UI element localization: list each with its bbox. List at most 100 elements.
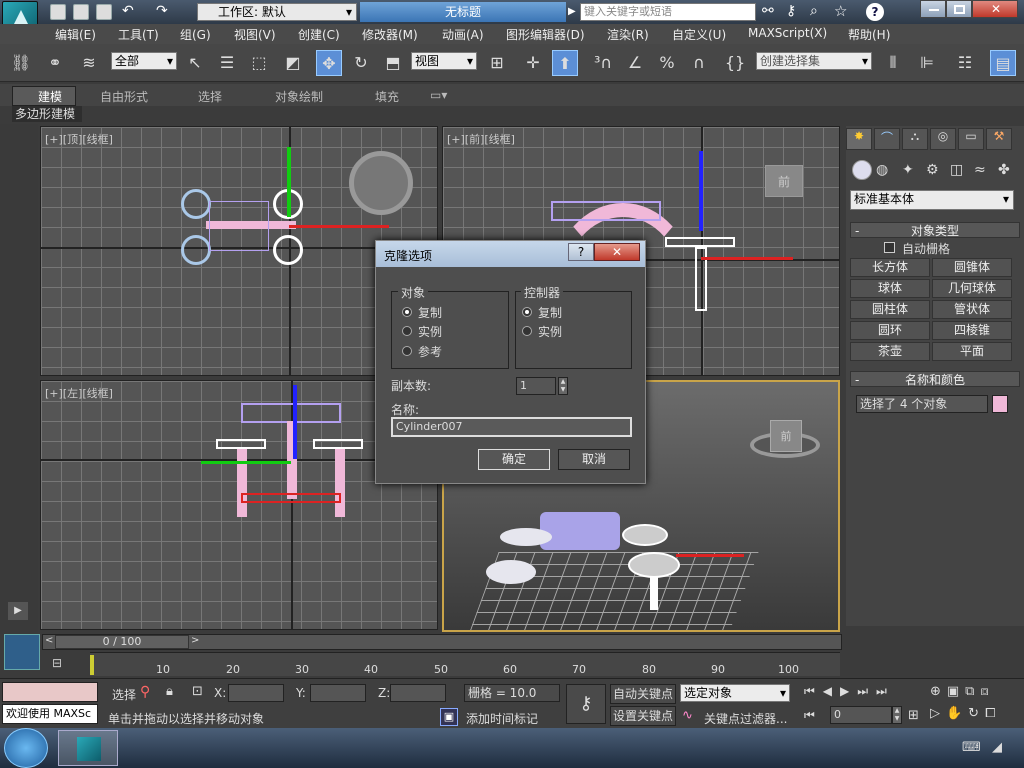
create-cone-button[interactable]: 圆锥体 — [932, 258, 1012, 277]
geometry-icon[interactable] — [852, 160, 872, 180]
keyboard-shortcut-override-icon[interactable]: ⬆ — [552, 50, 578, 76]
menu-views[interactable]: 视图(V) — [234, 26, 276, 43]
time-slider-prev-icon[interactable]: < — [45, 635, 53, 646]
menu-create[interactable]: 创建(C) — [298, 26, 340, 43]
help-icon[interactable]: ? — [866, 3, 884, 21]
playback-controls[interactable]: ⏮◀▶⏭⏭ — [804, 684, 895, 699]
menu-animation[interactable]: 动画(A) — [442, 26, 484, 43]
time-config-icon[interactable]: ⊞ — [908, 708, 919, 723]
controller-copy-radio[interactable] — [522, 307, 532, 317]
select-and-move-icon[interactable]: ✥ — [316, 50, 342, 76]
create-pyramid-button[interactable]: 四棱锥 — [932, 321, 1012, 340]
motion-tab-icon[interactable]: ◎ — [930, 128, 956, 150]
z-coordinate-field[interactable] — [390, 684, 446, 702]
viewcube-front[interactable]: 前 — [765, 165, 803, 197]
network-tray-icon[interactable]: ◢ — [992, 740, 1002, 755]
clone-name-input[interactable]: Cylinder007 — [391, 417, 632, 437]
time-slider[interactable]: < 0 / 100 > — [42, 634, 842, 650]
autogrid-checkbox[interactable] — [884, 242, 895, 253]
menu-help[interactable]: 帮助(H) — [848, 26, 890, 43]
selection-filter-select[interactable]: 全部 ▾ — [111, 52, 177, 70]
menu-rendering[interactable]: 渲染(R) — [607, 26, 649, 43]
named-selection-select[interactable]: 创建选择集 ▾ — [756, 52, 872, 70]
close-button[interactable]: ✕ — [972, 0, 1018, 18]
object-name-field[interactable]: 选择了 4 个对象 — [856, 395, 988, 413]
maxscript-listener-top[interactable] — [2, 682, 98, 702]
selection-lock-icon[interactable]: 🔒︎ — [166, 684, 173, 699]
viewcube-perspective[interactable]: 前 — [770, 420, 802, 452]
utilities-tab-icon[interactable]: ⚒ — [986, 128, 1012, 150]
save-file-icon[interactable] — [96, 4, 112, 20]
select-by-name-icon[interactable]: ☰ — [214, 50, 240, 76]
create-teapot-button[interactable]: 茶壶 — [850, 342, 930, 361]
edit-named-selection-icon[interactable]: {} — [722, 50, 748, 76]
new-file-icon[interactable] — [50, 4, 66, 20]
y-coordinate-field[interactable] — [310, 684, 366, 702]
create-cylinder-button[interactable]: 圆柱体 — [850, 300, 930, 319]
maxscript-listener-input[interactable]: 欢迎使用 MAXSc — [2, 704, 98, 724]
object-type-header[interactable]: - 对象类型 — [850, 222, 1020, 238]
add-time-tag-button[interactable]: 添加时间标记 — [466, 710, 538, 727]
open-file-icon[interactable] — [73, 4, 89, 20]
mirror-icon[interactable]: ⫴ — [880, 50, 906, 76]
create-geosphere-button[interactable]: 几何球体 — [932, 279, 1012, 298]
angle-snap-icon[interactable]: ∠ — [622, 50, 648, 76]
ok-button[interactable]: 确定 — [478, 449, 550, 470]
trackbar-toggle-icon[interactable]: ⊟ — [52, 656, 72, 672]
viewport-left-label[interactable]: [+][左][线框] — [45, 385, 113, 401]
ribbon-tab-modeling[interactable]: 建模 — [38, 88, 62, 105]
viewcube-top[interactable] — [349, 151, 413, 215]
star-icon[interactable]: ☆ — [834, 2, 847, 20]
menu-group[interactable]: 组(G) — [180, 26, 211, 43]
layer-manager-icon[interactable]: ☷ — [952, 50, 978, 76]
expand-arrow-icon[interactable]: ▶ — [8, 602, 28, 620]
graphite-toolbar-icon[interactable]: ▤ — [990, 50, 1016, 76]
time-slider-thumb[interactable]: 0 / 100 — [55, 635, 189, 649]
select-manipulate-icon[interactable]: ✛ — [520, 50, 546, 76]
create-torus-button[interactable]: 圆环 — [850, 321, 930, 340]
viewport-front-label[interactable]: [+][前][线框] — [447, 131, 515, 147]
ribbon-subtab-polygon-modeling[interactable]: 多边形建模 — [12, 106, 82, 122]
ribbon-tab-selection[interactable]: 选择 — [198, 88, 222, 105]
absolute-mode-icon[interactable]: ⊡ — [192, 684, 203, 699]
hierarchy-tab-icon[interactable]: ⛬ — [902, 128, 928, 150]
cancel-button[interactable]: 取消 — [558, 449, 630, 470]
align-icon[interactable]: ⊫ — [914, 50, 940, 76]
pivot-center-icon[interactable]: ⊞ — [484, 50, 510, 76]
search-icon[interactable]: ⌕ — [810, 3, 818, 19]
current-frame-field[interactable]: 0 — [830, 706, 892, 724]
select-and-rotate-icon[interactable]: ↻ — [348, 50, 374, 76]
object-copy-radio[interactable] — [402, 307, 412, 317]
name-color-header[interactable]: - 名称和颜色 — [850, 371, 1020, 387]
copies-spinner-arrows-icon[interactable]: ▲ ▼ — [558, 377, 568, 395]
auto-key-button[interactable]: 自动关键点 — [610, 684, 676, 704]
object-instance-radio[interactable] — [402, 326, 412, 336]
reference-coordinate-select[interactable]: 视图 ▾ — [411, 52, 477, 70]
create-plane-button[interactable]: 平面 — [932, 342, 1012, 361]
dialog-close-button[interactable]: ✕ — [594, 243, 640, 261]
maximize-button[interactable] — [946, 0, 972, 18]
track-bar[interactable]: 10 20 30 40 50 60 70 80 90 100 — [90, 652, 840, 676]
binoculars-icon[interactable]: ⚯ — [762, 3, 774, 19]
ribbon-tab-populate[interactable]: 填充 — [375, 88, 399, 105]
viewport-layout-icon[interactable] — [4, 634, 40, 670]
modify-tab-icon[interactable]: ⌒ — [874, 128, 900, 150]
undo-icon[interactable]: ↶ — [122, 4, 138, 20]
display-tab-icon[interactable]: ▭ — [958, 128, 984, 150]
search-input[interactable]: 键入关键字或短语 — [580, 3, 756, 21]
create-tube-button[interactable]: 管状体 — [932, 300, 1012, 319]
keyboard-tray-icon[interactable]: ⌨ — [962, 740, 981, 755]
menu-graph-editors[interactable]: 图形编辑器(D) — [506, 26, 585, 43]
snaps-toggle-icon[interactable]: ³∩ — [590, 50, 616, 76]
ribbon-tab-object-paint[interactable]: 对象绘制 — [275, 88, 323, 105]
select-and-scale-icon[interactable]: ⬒ — [380, 50, 406, 76]
systems-icon[interactable]: ✤ — [998, 162, 1010, 178]
menu-edit[interactable]: 编辑(E) — [55, 26, 96, 43]
helpers-icon[interactable]: ◫ — [950, 162, 963, 178]
taskbar-3dsmax-button[interactable] — [58, 730, 118, 766]
controller-instance-radio[interactable] — [522, 326, 532, 336]
select-object-icon[interactable]: ↖ — [182, 50, 208, 76]
window-crossing-icon[interactable]: ◩ — [280, 50, 306, 76]
create-tab-icon[interactable]: ✸ — [846, 128, 872, 150]
time-tag-icon[interactable]: ▣ — [440, 708, 458, 726]
